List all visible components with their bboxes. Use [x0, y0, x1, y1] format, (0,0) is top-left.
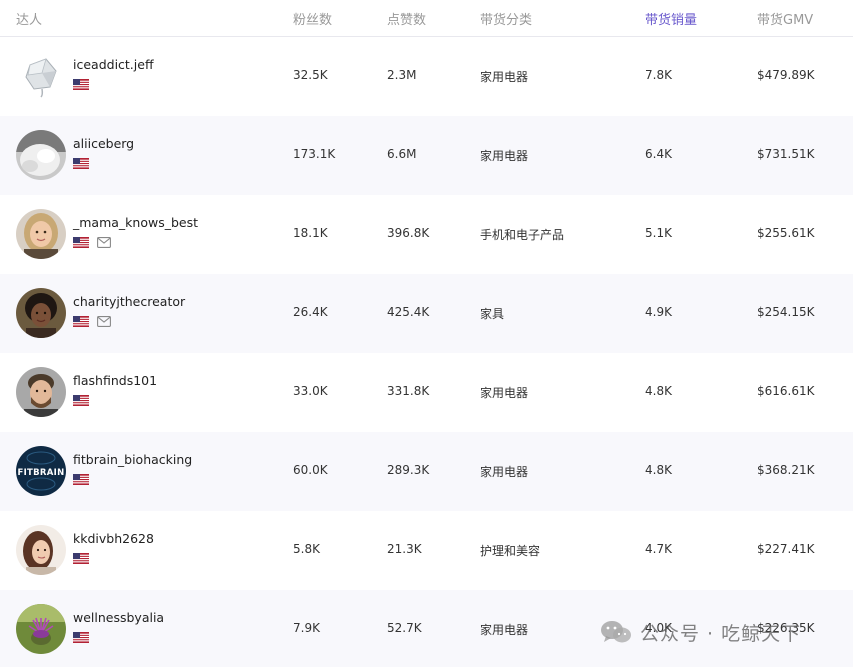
category: 家用电器 [480, 149, 529, 163]
avatar[interactable] [16, 288, 66, 338]
likes-count: 52.7K [387, 621, 422, 635]
fans-count: 60.0K [293, 463, 328, 477]
sales-count: 4.9K [645, 305, 672, 319]
likes-count: 2.3M [387, 68, 417, 82]
us-flag-icon [73, 473, 89, 485]
table-row[interactable]: aliiceberg 173.1K 6.6M 家用电器 6.4K $731.51… [0, 116, 853, 195]
sales-count: 6.4K [645, 147, 672, 161]
creator-name[interactable]: kkdivbh2628 [73, 531, 154, 546]
category: 护理和美容 [480, 544, 541, 558]
col-header-fans[interactable]: 粉丝数 [293, 9, 332, 28]
sales-count: 4.8K [645, 384, 672, 398]
likes-count: 289.3K [387, 463, 430, 477]
table-row[interactable]: kkdivbh2628 5.8K 21.3K 护理和美容 4.7K $227.4… [0, 511, 853, 590]
svg-text:FITBRAIN: FITBRAIN [17, 468, 64, 478]
col-header-gmv[interactable]: 带货GMV [757, 9, 813, 28]
fans-count: 173.1K [293, 147, 336, 161]
category: 家用电器 [480, 465, 529, 479]
creator-name[interactable]: fitbrain_biohacking [73, 452, 192, 467]
avatar[interactable] [16, 130, 66, 180]
fans-count: 33.0K [293, 384, 328, 398]
sales-count: 5.1K [645, 226, 672, 240]
fans-count: 18.1K [293, 226, 328, 240]
table-row[interactable]: flashfinds101 33.0K 331.8K 家用电器 4.8K $61… [0, 353, 853, 432]
avatar[interactable] [16, 367, 66, 417]
us-flag-icon [73, 631, 89, 643]
fans-count: 26.4K [293, 305, 328, 319]
col-header-likes[interactable]: 点赞数 [387, 9, 426, 28]
category: 手机和电子产品 [480, 228, 565, 242]
creator-badges [73, 394, 89, 406]
table-row[interactable]: _mama_knows_best 18.1K 396.8K 手机和电子产品 5.… [0, 195, 853, 274]
creator-badges [73, 631, 89, 643]
avatar[interactable] [16, 604, 66, 654]
gmv-value: $368.21K [757, 463, 815, 477]
creator-name[interactable]: _mama_knows_best [73, 215, 198, 230]
us-flag-icon [73, 78, 89, 90]
creator-badges [73, 236, 111, 248]
avatar[interactable] [16, 51, 66, 101]
us-flag-icon [73, 552, 89, 564]
creator-table: iceaddict.jeff 32.5K 2.3M 家用电器 7.8K $479… [0, 37, 853, 667]
us-flag-icon [73, 157, 89, 169]
avatar[interactable]: FITBRAIN [16, 446, 66, 496]
likes-count: 396.8K [387, 226, 430, 240]
fans-count: 7.9K [293, 621, 320, 635]
likes-count: 331.8K [387, 384, 430, 398]
category: 家用电器 [480, 386, 529, 400]
creator-badges [73, 157, 89, 169]
watermark-text: 公众号 · 吃鲸天下 [640, 622, 802, 645]
creator-badges [73, 78, 89, 90]
wechat-icon [601, 621, 631, 643]
gmv-value: $255.61K [757, 226, 815, 240]
likes-count: 6.6M [387, 147, 417, 161]
us-flag-icon [73, 236, 89, 248]
gmv-value: $254.15K [757, 305, 815, 319]
table-row[interactable]: iceaddict.jeff 32.5K 2.3M 家用电器 7.8K $479… [0, 37, 853, 116]
likes-count: 425.4K [387, 305, 430, 319]
avatar[interactable] [16, 209, 66, 259]
category: 家具 [480, 307, 505, 321]
us-flag-icon [73, 394, 89, 406]
category: 家用电器 [480, 623, 529, 637]
sales-count: 4.8K [645, 463, 672, 477]
gmv-value: $227.41K [757, 542, 815, 556]
us-flag-icon [73, 315, 89, 327]
creator-name[interactable]: wellnessbyalia [73, 610, 164, 625]
creator-name[interactable]: aliiceberg [73, 136, 134, 151]
category: 家用电器 [480, 70, 529, 84]
gmv-value: $616.61K [757, 384, 815, 398]
table-header: 达人 粉丝数 点赞数 带货分类 带货销量 带货GMV [0, 0, 853, 37]
creator-badges [73, 315, 111, 327]
table-row[interactable]: FITBRAIN fitbrain_biohacking 60.0K 289.3… [0, 432, 853, 511]
avatar[interactable] [16, 525, 66, 575]
fans-count: 32.5K [293, 68, 328, 82]
col-header-creator[interactable]: 达人 [16, 9, 42, 28]
likes-count: 21.3K [387, 542, 422, 556]
gmv-value: $731.51K [757, 147, 815, 161]
col-header-category[interactable]: 带货分类 [480, 9, 532, 28]
table-row[interactable]: charityjthecreator 26.4K 425.4K 家具 4.9K … [0, 274, 853, 353]
creator-name[interactable]: charityjthecreator [73, 294, 185, 309]
col-header-sales[interactable]: 带货销量 [645, 9, 697, 28]
mail-icon[interactable] [97, 236, 111, 248]
creator-name[interactable]: flashfinds101 [73, 373, 157, 388]
sales-count: 7.8K [645, 68, 672, 82]
creator-badges [73, 552, 89, 564]
mail-icon[interactable] [97, 315, 111, 327]
sales-count: 4.7K [645, 542, 672, 556]
gmv-value: $479.89K [757, 68, 815, 82]
creator-name[interactable]: iceaddict.jeff [73, 57, 154, 72]
fans-count: 5.8K [293, 542, 320, 556]
watermark: 公众号 · 吃鲸天下 [600, 619, 801, 645]
creator-badges [73, 473, 89, 485]
